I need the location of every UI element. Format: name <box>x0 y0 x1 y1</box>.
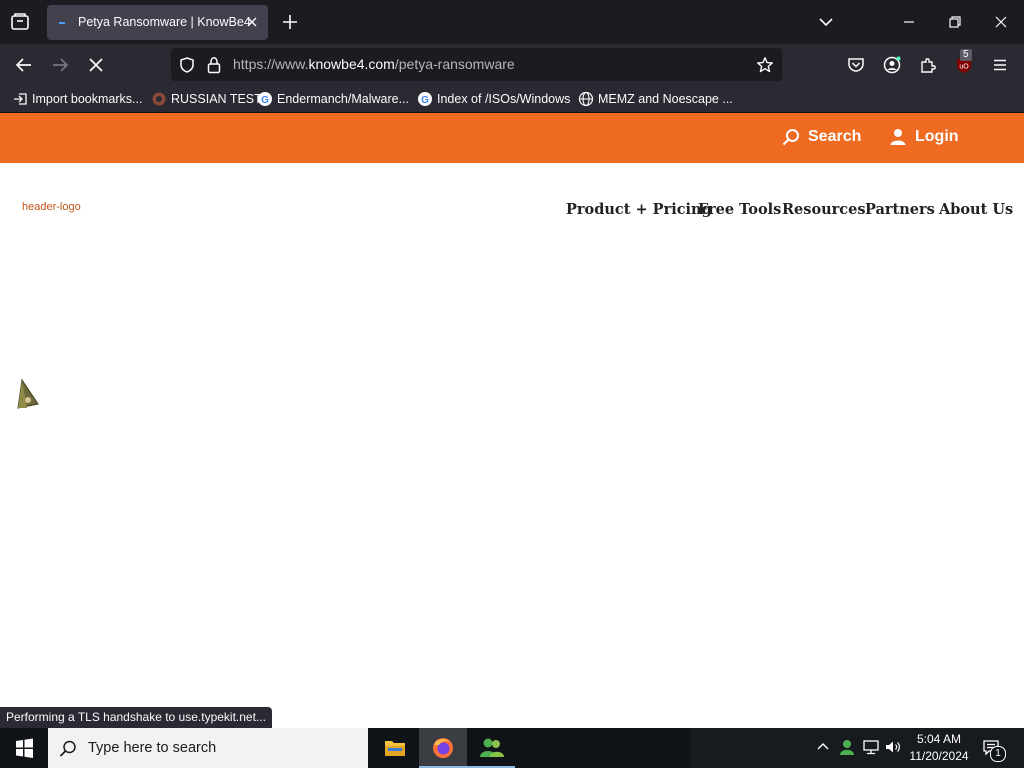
bookmark-label: RUSSIAN TEST <box>171 92 262 106</box>
users-icon <box>480 738 504 757</box>
nav-resources[interactable]: Resources <box>782 201 866 218</box>
tab-close-icon[interactable] <box>244 14 260 30</box>
site-header: header-logo Product + Pricing Free Tools… <box>0 163 1024 258</box>
taskbar-users-app[interactable] <box>467 728 515 768</box>
tab-favicon-icon <box>59 22 65 24</box>
svg-text:G: G <box>261 95 269 106</box>
extension-badge: 5 <box>960 49 972 61</box>
forward-icon[interactable] <box>50 55 70 75</box>
windows-start-icon[interactable] <box>0 728 48 768</box>
bookmark-label: MEMZ and Noescape ... <box>598 92 733 106</box>
search-icon <box>59 740 76 757</box>
pocket-icon[interactable] <box>846 55 866 75</box>
tab-list-icon[interactable] <box>8 10 32 34</box>
search-icon <box>782 129 799 146</box>
clock-time: 5:04 AM <box>916 732 962 746</box>
network-icon[interactable] <box>862 738 880 756</box>
search-label: Search <box>808 128 862 145</box>
nav-free-tools[interactable]: Free Tools <box>698 201 781 218</box>
svg-text:G: G <box>421 95 429 106</box>
search-link[interactable]: Search <box>782 128 861 146</box>
user-tray-icon[interactable] <box>838 738 856 756</box>
chevron-up-icon[interactable] <box>814 738 832 756</box>
login-label: Login <box>915 128 959 145</box>
notification-count-badge: 1 <box>990 746 1006 762</box>
site-favicon-icon <box>152 92 166 106</box>
nav-about-us[interactable]: About Us <box>939 201 1013 218</box>
bookmark-label: Endermanch/Malware... <box>277 92 410 106</box>
bookmark-endermanch[interactable]: G Endermanch/Malware... <box>257 90 409 108</box>
url-prefix: https://www. <box>233 56 309 72</box>
folder-icon <box>385 741 405 756</box>
clock-date: 11/20/2024 <box>909 749 969 763</box>
account-icon[interactable] <box>882 55 902 75</box>
globe-icon <box>578 91 594 107</box>
back-icon[interactable] <box>14 55 34 75</box>
ublock-extension-button[interactable]: uO 5 <box>954 49 976 77</box>
minimize-icon[interactable] <box>899 12 919 32</box>
user-icon <box>890 129 906 145</box>
address-bar[interactable]: https://www.knowbe4.com/petya-ransomware <box>171 48 782 81</box>
system-clock[interactable]: 5:04 AM 11/20/2024 <box>902 731 976 765</box>
bookmark-memz[interactable]: MEMZ and Noescape ... <box>578 90 733 108</box>
wizard-cursor-icon <box>17 378 39 409</box>
bookmark-russian-test[interactable]: RUSSIAN TEST <box>151 90 262 108</box>
header-logo[interactable]: header-logo <box>22 201 81 213</box>
google-icon: G <box>418 92 432 106</box>
import-icon <box>14 93 27 105</box>
navigation-toolbar: https://www.knowbe4.com/petya-ransomware… <box>0 44 1024 86</box>
bookmarks-toolbar: Import bookmarks... RUSSIAN TEST G Ender… <box>0 86 1024 113</box>
volume-icon[interactable] <box>884 738 902 756</box>
taskbar-file-explorer[interactable] <box>371 728 419 768</box>
new-tab-icon[interactable] <box>281 13 299 31</box>
login-link[interactable]: Login <box>889 128 959 146</box>
tab-bar: Petya Ransomware | KnowBe4 <box>0 0 1024 44</box>
bookmark-label: Index of /ISOs/Windows <box>437 92 571 106</box>
bookmark-label: Import bookmarks... <box>32 92 143 106</box>
extensions-icon[interactable] <box>918 55 938 75</box>
url-text: https://www.knowbe4.com/petya-ransomware <box>233 56 515 72</box>
url-path: /petya-ransomware <box>394 56 515 72</box>
nav-product-pricing[interactable]: Product + Pricing <box>566 201 712 218</box>
utility-bar: Search Login <box>0 113 1024 163</box>
chevron-down-icon[interactable] <box>818 14 834 30</box>
search-placeholder: Type here to search <box>88 740 217 756</box>
menu-icon[interactable] <box>990 55 1010 75</box>
svg-text:uO: uO <box>959 64 969 71</box>
lock-icon[interactable] <box>206 56 222 74</box>
nav-partners[interactable]: Partners <box>865 201 935 218</box>
restore-icon[interactable] <box>945 12 965 32</box>
action-center-button[interactable]: 1 <box>982 738 1006 762</box>
taskbar-search-box[interactable]: Type here to search <box>48 728 368 768</box>
bookmark-import[interactable]: Import bookmarks... <box>12 90 142 108</box>
active-tab[interactable]: Petya Ransomware | KnowBe4 <box>47 5 268 40</box>
shield-icon[interactable] <box>178 56 196 74</box>
stop-loading-icon[interactable] <box>86 55 106 75</box>
taskbar-firefox[interactable] <box>419 728 467 768</box>
close-window-icon[interactable] <box>991 12 1011 32</box>
bookmark-star-icon[interactable] <box>756 56 774 74</box>
windows-taskbar: Type here to search 5:04 AM 11/20/2024 1 <box>0 728 1024 768</box>
google-icon: G <box>258 92 272 106</box>
firefox-icon <box>433 738 453 758</box>
status-bar: Performing a TLS handshake to use.typeki… <box>0 707 272 728</box>
url-domain: knowbe4.com <box>308 56 395 72</box>
bookmark-index-isos[interactable]: G Index of /ISOs/Windows <box>417 90 570 108</box>
page-content <box>0 258 1024 728</box>
tab-title: Petya Ransomware | KnowBe4 <box>78 15 251 29</box>
